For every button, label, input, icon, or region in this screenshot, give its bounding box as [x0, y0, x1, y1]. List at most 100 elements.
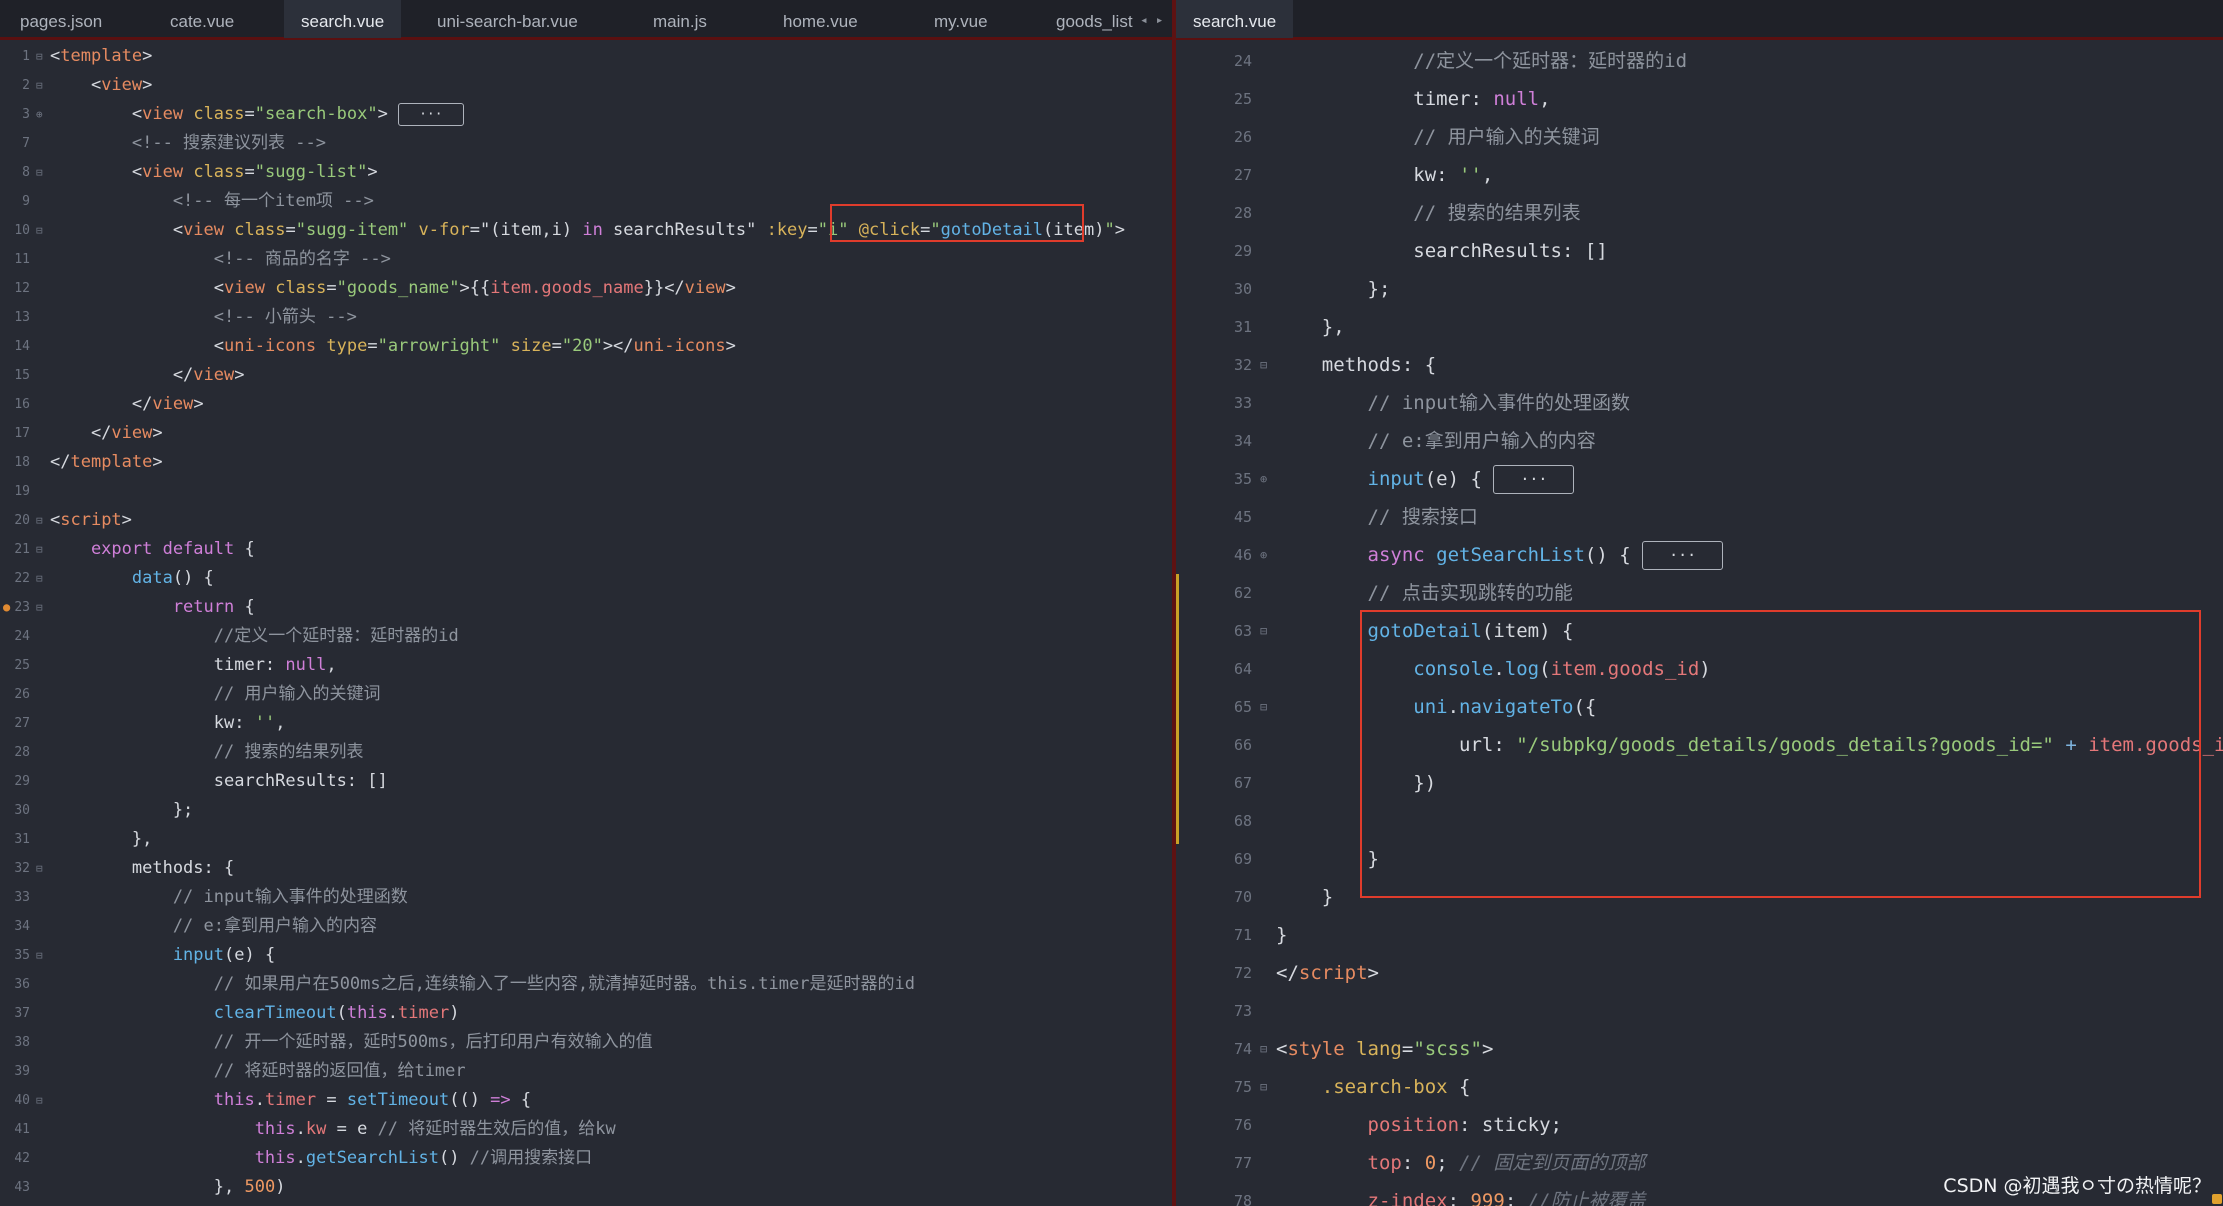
- code-line[interactable]: 42 this.getSearchList() //调用搜索接口: [0, 1144, 1172, 1173]
- code-line[interactable]: 26 // 用户输入的关键词: [0, 680, 1172, 709]
- code-line[interactable]: 3 ⊕ <view class="search-box"> ···: [0, 100, 1172, 129]
- fold-collapse-icon[interactable]: ⊟: [36, 854, 43, 883]
- code-line[interactable]: 11 <!-- 商品的名字 -->: [0, 245, 1172, 274]
- code-text[interactable]: // e:拿到用户输入的内容: [50, 912, 377, 941]
- code-text[interactable]: }, 500): [50, 1173, 286, 1202]
- code-line[interactable]: 35 ⊕ input(e) { ···: [1176, 460, 2223, 498]
- code-text[interactable]: console.log(item.goods_id): [1276, 650, 1710, 688]
- code-line[interactable]: 36 // 如果用户在500ms之后,连续输入了一些内容,就清掉延时器。this…: [0, 970, 1172, 999]
- collapsed-region-button[interactable]: ···: [1493, 465, 1575, 494]
- code-line[interactable]: 1 ⊟ <template>: [0, 42, 1172, 71]
- code-line[interactable]: 68: [1176, 802, 2223, 840]
- code-text[interactable]: uni.navigateTo({: [1276, 688, 1596, 726]
- code-line[interactable]: 63 ⊟ gotoDetail(item) {: [1176, 612, 2223, 650]
- code-line[interactable]: 67 }): [1176, 764, 2223, 802]
- tab-home-vue[interactable]: home.vue: [783, 0, 858, 38]
- code-text[interactable]: <view class="goods_name">{{item.goods_na…: [50, 274, 736, 303]
- code-text[interactable]: }: [1276, 878, 1333, 916]
- code-line[interactable]: 73: [1176, 992, 2223, 1030]
- tab-main-js[interactable]: main.js: [653, 0, 707, 38]
- code-text[interactable]: position: sticky;: [1276, 1106, 1562, 1144]
- fold-collapse-icon[interactable]: ⊟: [36, 535, 43, 564]
- code-line[interactable]: 19: [0, 477, 1172, 506]
- code-line[interactable]: 30 };: [0, 796, 1172, 825]
- fold-expand-icon[interactable]: ⊕: [1260, 460, 1267, 498]
- code-text[interactable]: };: [50, 796, 193, 825]
- code-text[interactable]: <view class="sugg-list">: [50, 158, 378, 187]
- code-text[interactable]: <style lang="scss">: [1276, 1030, 1493, 1068]
- collapsed-region-button[interactable]: ···: [1642, 541, 1724, 570]
- code-text[interactable]: }: [1276, 916, 1287, 954]
- code-line[interactable]: 10 ⊟ <view class="sugg-item" v-for="(item…: [0, 216, 1172, 245]
- tab-cate-vue[interactable]: cate.vue: [170, 0, 234, 38]
- code-text[interactable]: return {: [50, 593, 255, 622]
- code-line[interactable]: 26 // 用户输入的关键词: [1176, 118, 2223, 156]
- code-text[interactable]: gotoDetail(item) {: [1276, 612, 1574, 650]
- collapsed-region-button[interactable]: ···: [398, 102, 464, 126]
- code-line[interactable]: 33 // input输入事件的处理函数: [0, 883, 1172, 912]
- code-text[interactable]: <!-- 搜索建议列表 -->: [50, 129, 326, 158]
- code-line[interactable]: 37 clearTimeout(this.timer): [0, 999, 1172, 1028]
- code-line[interactable]: 9 <!-- 每一个item项 -->: [0, 187, 1172, 216]
- code-text[interactable]: top: 0; // 固定到页面的顶部: [1276, 1144, 1646, 1182]
- code-text[interactable]: // 点击实现跳转的功能: [1276, 574, 1573, 612]
- code-line[interactable]: 13 <!-- 小箭头 -->: [0, 303, 1172, 332]
- code-text[interactable]: </view>: [50, 419, 163, 448]
- code-line[interactable]: 35 ⊟ input(e) {: [0, 941, 1172, 970]
- fold-collapse-icon[interactable]: ⊟: [36, 593, 43, 622]
- fold-collapse-icon[interactable]: ⊟: [1260, 688, 1267, 726]
- code-line[interactable]: 43 }, 500): [0, 1173, 1172, 1202]
- code-text[interactable]: <view>: [50, 71, 152, 100]
- code-line[interactable]: 24 //定义一个延时器：延时器的id: [1176, 42, 2223, 80]
- code-line[interactable]: 17 </view>: [0, 419, 1172, 448]
- code-line[interactable]: 31 },: [1176, 308, 2223, 346]
- code-text[interactable]: // e:拿到用户输入的内容: [1276, 422, 1596, 460]
- code-text[interactable]: // 将延时器的返回值，给timer: [50, 1057, 466, 1086]
- code-line[interactable]: 18 </template>: [0, 448, 1172, 477]
- code-line[interactable]: 31 },: [0, 825, 1172, 854]
- code-line[interactable]: 12 <view class="goods_name">{{item.goods…: [0, 274, 1172, 303]
- code-text[interactable]: z-index: 999; //防止被覆盖: [1276, 1182, 1646, 1206]
- code-text[interactable]: methods: {: [50, 854, 234, 883]
- code-line[interactable]: 21 ⊟ export default {: [0, 535, 1172, 564]
- tab-pages-json[interactable]: pages.json: [20, 0, 102, 38]
- code-line[interactable]: 28 // 搜索的结果列表: [0, 738, 1172, 767]
- code-text[interactable]: this.getSearchList() //调用搜索接口: [50, 1144, 592, 1173]
- code-text[interactable]: timer: null,: [1276, 80, 1550, 118]
- code-text[interactable]: // 用户输入的关键词: [50, 680, 381, 709]
- tab-search-vue-right[interactable]: search.vue: [1176, 0, 1294, 38]
- code-line[interactable]: 65 ⊟ uni.navigateTo({: [1176, 688, 2223, 726]
- code-line[interactable]: 33 // input输入事件的处理函数: [1176, 384, 2223, 422]
- code-line[interactable]: 28 // 搜索的结果列表: [1176, 194, 2223, 232]
- code-text[interactable]: <template>: [50, 42, 152, 71]
- code-line[interactable]: 64 console.log(item.goods_id): [1176, 650, 2223, 688]
- fold-collapse-icon[interactable]: ⊟: [1260, 1068, 1267, 1106]
- fold-expand-icon[interactable]: ⊕: [36, 100, 43, 129]
- code-text[interactable]: // input输入事件的处理函数: [50, 883, 408, 912]
- code-text[interactable]: </template>: [50, 448, 163, 477]
- tab-uni-search-bar-vue[interactable]: uni-search-bar.vue: [437, 0, 578, 38]
- code-text[interactable]: kw: '',: [50, 709, 286, 738]
- fold-collapse-icon[interactable]: ⊟: [36, 71, 43, 100]
- left-editor[interactable]: 1 ⊟ <template> 2 ⊟ <view> 3 ⊕ <view class="sea…: [0, 40, 1172, 1206]
- code-line[interactable]: 38 // 开一个延时器，延时500ms，后打印用户有效输入的值: [0, 1028, 1172, 1057]
- code-text[interactable]: // 搜索接口: [1276, 498, 1478, 536]
- code-text[interactable]: <script>: [50, 506, 132, 535]
- code-text[interactable]: //定义一个延时器：延时器的id: [1276, 42, 1687, 80]
- code-line[interactable]: 62 // 点击实现跳转的功能: [1176, 574, 2223, 612]
- fold-collapse-icon[interactable]: ⊟: [1260, 1030, 1267, 1068]
- code-line[interactable]: 30 };: [1176, 270, 2223, 308]
- code-line[interactable]: 40 ⊟ this.timer = setTimeout(() => {: [0, 1086, 1172, 1115]
- code-text[interactable]: clearTimeout(this.timer): [50, 999, 460, 1028]
- code-line[interactable]: 66 url: "/subpkg/goods_details/goods_det…: [1176, 726, 2223, 764]
- code-text[interactable]: // 用户输入的关键词: [1276, 118, 1599, 156]
- fold-collapse-icon[interactable]: ⊟: [36, 158, 43, 187]
- fold-collapse-icon[interactable]: ⊟: [1260, 346, 1267, 384]
- fold-collapse-icon[interactable]: ⊟: [36, 564, 43, 593]
- code-line[interactable]: 8 ⊟ <view class="sugg-list">: [0, 158, 1172, 187]
- code-text[interactable]: <!-- 小箭头 -->: [50, 303, 357, 332]
- tab-scroll-arrows-icon[interactable]: ◂ ▸: [1140, 0, 1163, 38]
- code-text[interactable]: },: [1276, 308, 1345, 346]
- tab-my-vue[interactable]: my.vue: [934, 0, 988, 38]
- fold-collapse-icon[interactable]: ⊟: [36, 941, 43, 970]
